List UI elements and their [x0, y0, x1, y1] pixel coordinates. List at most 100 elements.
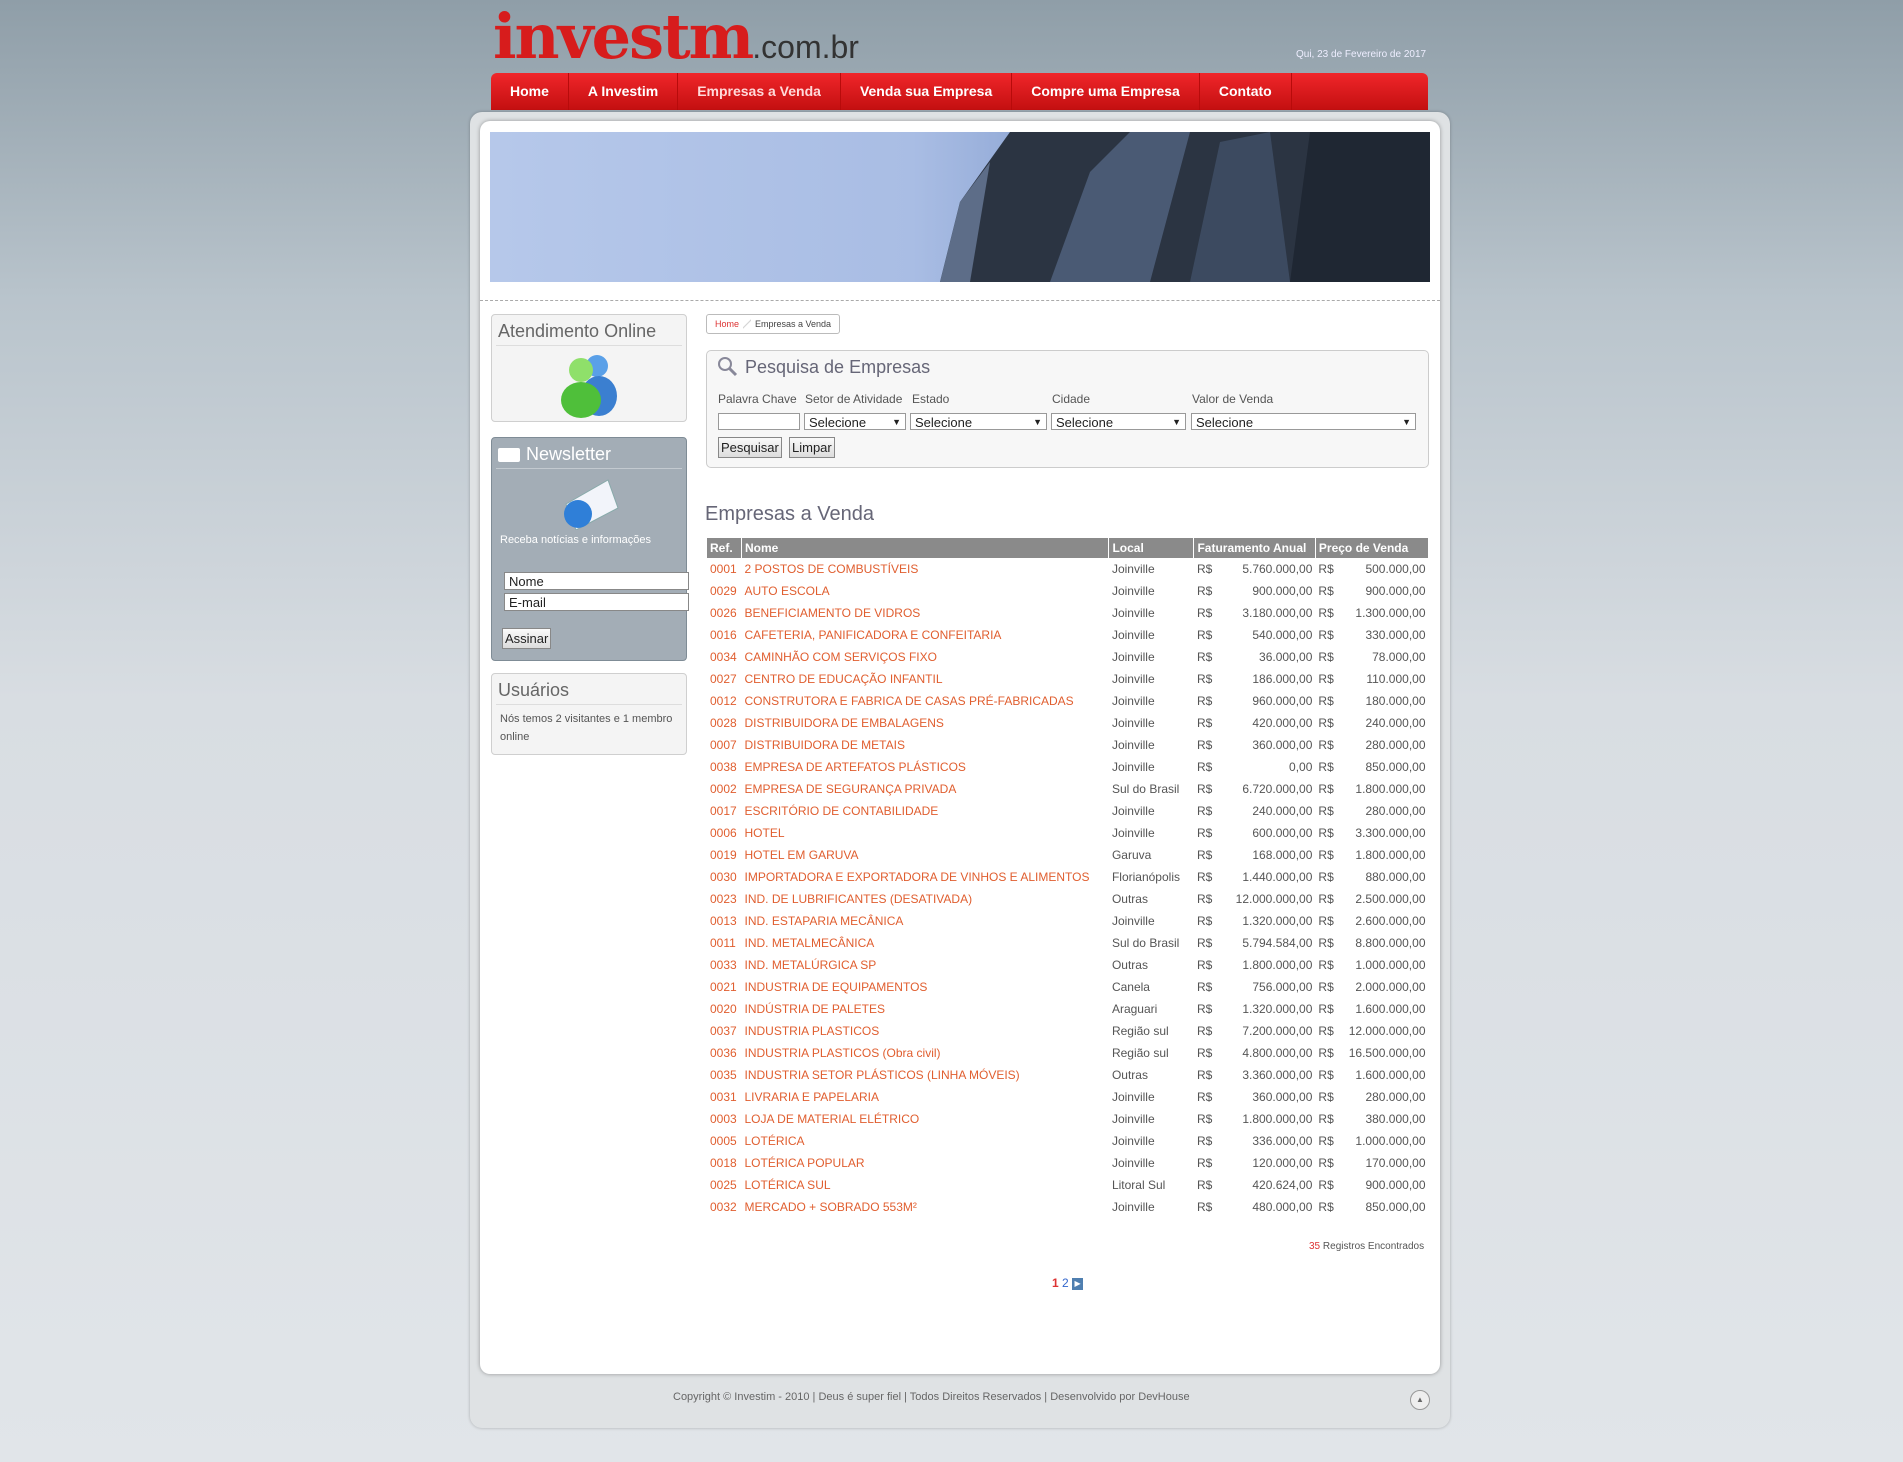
table-row[interactable]: 0018 LOTÉRICA POPULAR Joinville R$ 120.000,0… — [707, 1152, 1429, 1174]
row-name[interactable]: LIVRARIA E PAPELARIA — [742, 1086, 1109, 1108]
row-name[interactable]: INDUSTRIA SETOR PLÁSTICOS (LINHA MÓVEIS) — [742, 1064, 1109, 1086]
row-ref[interactable]: 0016 — [707, 624, 742, 646]
row-ref[interactable]: 0005 — [707, 1130, 742, 1152]
row-ref[interactable]: 0028 — [707, 712, 742, 734]
site-logo[interactable]: investm.com.br — [493, 2, 859, 82]
row-name[interactable]: CENTRO DE EDUCAÇÃO INFANTIL — [742, 668, 1109, 690]
table-row[interactable]: 0029 AUTO ESCOLA Joinville R$ 900.000,00 R$ 90… — [707, 580, 1429, 602]
estado-select[interactable]: Selecione ▼ — [910, 413, 1047, 430]
table-row[interactable]: 0002 EMPRESA DE SEGURANÇA PRIVADA Sul do B… — [707, 778, 1429, 800]
search-button[interactable]: Pesquisar — [718, 437, 782, 458]
table-row[interactable]: 0012 CONSTRUTORA E FABRICA DE CASAS PRÉ-F… — [707, 690, 1429, 712]
row-name[interactable]: LOJA DE MATERIAL ELÉTRICO — [742, 1108, 1109, 1130]
row-name[interactable]: LOTÉRICA — [742, 1130, 1109, 1152]
newsletter-email-field[interactable]: E-mail — [504, 593, 689, 611]
subscribe-button[interactable]: Assinar — [502, 628, 552, 649]
table-row[interactable]: 0001 2 POSTOS DE COMBUSTÍVEIS Joinville R$ 5… — [707, 558, 1429, 580]
table-row[interactable]: 0007 DISTRIBUIDORA DE METAIS Joinville R$ 36… — [707, 734, 1429, 756]
row-name[interactable]: IND. DE LUBRIFICANTES (DESATIVADA) — [742, 888, 1109, 910]
row-ref[interactable]: 0034 — [707, 646, 742, 668]
row-ref[interactable]: 0020 — [707, 998, 742, 1020]
row-name[interactable]: EMPRESA DE SEGURANÇA PRIVADA — [742, 778, 1109, 800]
row-ref[interactable]: 0032 — [707, 1196, 742, 1218]
row-name[interactable]: HOTEL EM GARUVA — [742, 844, 1109, 866]
row-name[interactable]: IND. METALMECÂNICA — [742, 932, 1109, 954]
table-row[interactable]: 0038 EMPRESA DE ARTEFATOS PLÁSTICOS Joinvi… — [707, 756, 1429, 778]
row-ref[interactable]: 0003 — [707, 1108, 742, 1130]
back-to-top-icon[interactable]: ▲ — [1410, 1390, 1430, 1410]
nav-empresas-a-venda[interactable]: Empresas a Venda — [678, 73, 841, 110]
row-name[interactable]: IMPORTADORA E EXPORTADORA DE VINHOS E AL… — [742, 866, 1109, 888]
row-ref[interactable]: 0007 — [707, 734, 742, 756]
nav-a-investim[interactable]: A Investim — [569, 73, 679, 110]
newsletter-name-field[interactable]: Nome — [504, 572, 689, 590]
row-ref[interactable]: 0006 — [707, 822, 742, 844]
row-ref[interactable]: 0002 — [707, 778, 742, 800]
row-name[interactable]: ESCRITÓRIO DE CONTABILIDADE — [742, 800, 1109, 822]
row-ref[interactable]: 0030 — [707, 866, 742, 888]
table-row[interactable]: 0025 LOTÉRICA SUL Litoral Sul R$ 420.624,00 R… — [707, 1174, 1429, 1196]
row-ref[interactable]: 0012 — [707, 690, 742, 712]
page-2[interactable]: 2 — [1062, 1276, 1069, 1290]
table-row[interactable]: 0036 INDUSTRIA PLASTICOS (Obra civil) Regi… — [707, 1042, 1429, 1064]
next-page-icon[interactable]: ▶ — [1072, 1277, 1084, 1290]
row-name[interactable]: IND. METALÚRGICA SP — [742, 954, 1109, 976]
row-ref[interactable]: 0017 — [707, 800, 742, 822]
row-ref[interactable]: 0025 — [707, 1174, 742, 1196]
row-name[interactable]: INDÚSTRIA DE PALETES — [742, 998, 1109, 1020]
row-name[interactable]: DISTRIBUIDORA DE EMBALAGENS — [742, 712, 1109, 734]
row-ref[interactable]: 0026 — [707, 602, 742, 624]
table-row[interactable]: 0034 CAMINHÃO COM SERVIÇOS FIXO Joinville R… — [707, 646, 1429, 668]
table-row[interactable]: 0020 INDÚSTRIA DE PALETES Araguari R$ 1.320.… — [707, 998, 1429, 1020]
row-name[interactable]: CAMINHÃO COM SERVIÇOS FIXO — [742, 646, 1109, 668]
row-ref[interactable]: 0029 — [707, 580, 742, 602]
table-row[interactable]: 0019 HOTEL EM GARUVA Garuva R$ 168.000,00 R$ 1… — [707, 844, 1429, 866]
table-row[interactable]: 0016 CAFETERIA, PANIFICADORA E CONFEITARI… — [707, 624, 1429, 646]
row-name[interactable]: EMPRESA DE ARTEFATOS PLÁSTICOS — [742, 756, 1109, 778]
nav-contato[interactable]: Contato — [1200, 73, 1292, 110]
row-ref[interactable]: 0023 — [707, 888, 742, 910]
row-ref[interactable]: 0031 — [707, 1086, 742, 1108]
valor-select[interactable]: Selecione ▼ — [1191, 413, 1416, 430]
row-name[interactable]: INDUSTRIA PLASTICOS (Obra civil) — [742, 1042, 1109, 1064]
row-ref[interactable]: 0035 — [707, 1064, 742, 1086]
clear-button[interactable]: Limpar — [789, 437, 835, 458]
row-ref[interactable]: 0021 — [707, 976, 742, 998]
row-name[interactable]: INDUSTRIA DE EQUIPAMENTOS — [742, 976, 1109, 998]
row-name[interactable]: IND. ESTAPARIA MECÂNICA — [742, 910, 1109, 932]
table-row[interactable]: 0028 DISTRIBUIDORA DE EMBALAGENS Joinville… — [707, 712, 1429, 734]
table-row[interactable]: 0031 LIVRARIA E PAPELARIA Joinville R$ 360.0… — [707, 1086, 1429, 1108]
table-row[interactable]: 0035 INDUSTRIA SETOR PLÁSTICOS (LINHA MÓV… — [707, 1064, 1429, 1086]
table-row[interactable]: 0032 MERCADO + SOBRADO 553M² Joinville R$ 48… — [707, 1196, 1429, 1218]
breadcrumb-home[interactable]: Home — [715, 319, 739, 329]
row-name[interactable]: INDUSTRIA PLASTICOS — [742, 1020, 1109, 1042]
row-ref[interactable]: 0019 — [707, 844, 742, 866]
table-row[interactable]: 0033 IND. METALÚRGICA SP Outras R$ 1.800.000… — [707, 954, 1429, 976]
page-1[interactable]: 1 — [1052, 1276, 1059, 1290]
table-row[interactable]: 0026 BENEFICIAMENTO DE VIDROS Joinville R$ 3… — [707, 602, 1429, 624]
row-name[interactable]: BENEFICIAMENTO DE VIDROS — [742, 602, 1109, 624]
table-row[interactable]: 0030 IMPORTADORA E EXPORTADORA DE VINHOS … — [707, 866, 1429, 888]
row-ref[interactable]: 0013 — [707, 910, 742, 932]
table-row[interactable]: 0011 IND. METALMECÂNICA Sul do Brasil R$ 5.7… — [707, 932, 1429, 954]
table-row[interactable]: 0003 LOJA DE MATERIAL ELÉTRICO Joinville R$… — [707, 1108, 1429, 1130]
row-ref[interactable]: 0037 — [707, 1020, 742, 1042]
table-row[interactable]: 0013 IND. ESTAPARIA MECÂNICA Joinville R$ 1.… — [707, 910, 1429, 932]
table-row[interactable]: 0017 ESCRITÓRIO DE CONTABILIDADE Joinville… — [707, 800, 1429, 822]
row-name[interactable]: CAFETERIA, PANIFICADORA E CONFEITARIA — [742, 624, 1109, 646]
row-name[interactable]: DISTRIBUIDORA DE METAIS — [742, 734, 1109, 756]
row-name[interactable]: LOTÉRICA SUL — [742, 1174, 1109, 1196]
row-name[interactable]: AUTO ESCOLA — [742, 580, 1109, 602]
row-ref[interactable]: 0018 — [707, 1152, 742, 1174]
row-name[interactable]: LOTÉRICA POPULAR — [742, 1152, 1109, 1174]
row-name[interactable]: CONSTRUTORA E FABRICA DE CASAS PRÉ-FABRI… — [742, 690, 1109, 712]
row-ref[interactable]: 0033 — [707, 954, 742, 976]
table-row[interactable]: 0027 CENTRO DE EDUCAÇÃO INFANTIL Joinville… — [707, 668, 1429, 690]
row-ref[interactable]: 0038 — [707, 756, 742, 778]
row-name[interactable]: MERCADO + SOBRADO 553M² — [742, 1196, 1109, 1218]
row-name[interactable]: 2 POSTOS DE COMBUSTÍVEIS — [742, 558, 1109, 580]
nav-home[interactable]: Home — [491, 73, 569, 110]
nav-venda-sua-empresa[interactable]: Venda sua Empresa — [841, 73, 1013, 110]
row-name[interactable]: HOTEL — [742, 822, 1109, 844]
row-ref[interactable]: 0036 — [707, 1042, 742, 1064]
